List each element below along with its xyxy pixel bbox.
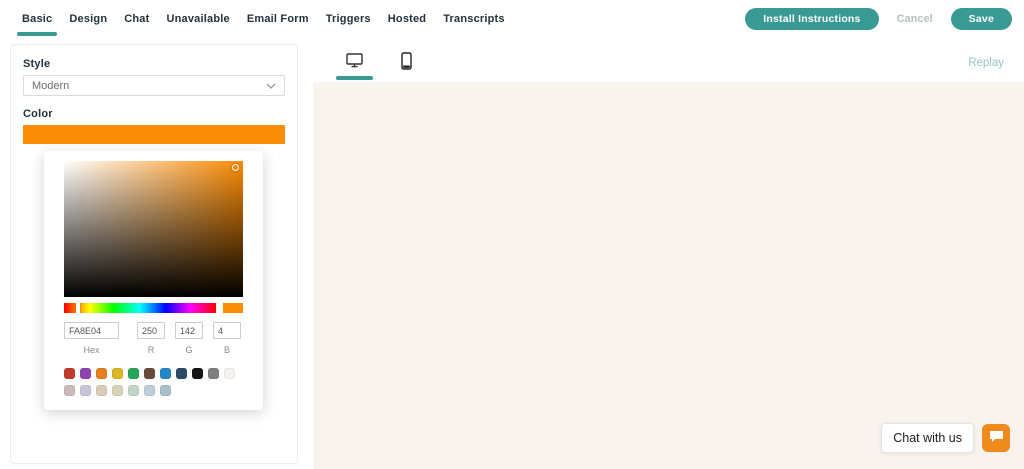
blue-input[interactable] xyxy=(213,322,241,339)
tab-hosted-label: Hosted xyxy=(388,13,426,25)
tab-email-form[interactable]: Email Form xyxy=(247,0,309,38)
tab-unavailable[interactable]: Unavailable xyxy=(166,0,229,38)
current-color-preview xyxy=(223,303,243,313)
tab-unavailable-label: Unavailable xyxy=(166,13,229,25)
green-input-label: G xyxy=(185,345,192,355)
saturation-marker[interactable] xyxy=(232,164,239,171)
desktop-icon xyxy=(346,53,363,73)
tab-design[interactable]: Design xyxy=(69,0,107,38)
hue-row xyxy=(64,303,243,313)
chevron-down-icon xyxy=(266,80,276,92)
settings-panel: Style Modern Color xyxy=(10,44,298,464)
color-swatch[interactable] xyxy=(144,368,155,379)
device-tab-desktop[interactable] xyxy=(336,44,373,82)
color-swatch[interactable] xyxy=(160,368,171,379)
color-swatch[interactable] xyxy=(128,385,139,396)
tab-chat-label: Chat xyxy=(124,13,149,25)
color-swatch[interactable] xyxy=(128,368,139,379)
tab-triggers-label: Triggers xyxy=(326,13,371,25)
color-swatch[interactable] xyxy=(144,385,155,396)
selected-color-bar[interactable] xyxy=(23,125,285,144)
tab-transcripts-label: Transcripts xyxy=(443,13,505,25)
replay-link[interactable]: Replay xyxy=(968,57,1004,69)
tab-hosted[interactable]: Hosted xyxy=(388,0,426,38)
color-swatch[interactable] xyxy=(96,385,107,396)
color-picker: Hex R G B xyxy=(44,151,263,410)
red-input-label: R xyxy=(148,345,155,355)
red-input[interactable] xyxy=(137,322,165,339)
color-swatch[interactable] xyxy=(80,368,91,379)
swatch-row-1 xyxy=(64,368,243,379)
tab-basic[interactable]: Basic xyxy=(22,0,52,38)
green-input[interactable] xyxy=(175,322,203,339)
style-select-value: Modern xyxy=(32,80,69,92)
chat-launcher-preview: Chat with us xyxy=(881,423,1010,453)
chat-bubble-icon xyxy=(989,430,1004,446)
widget-preview-panel: Replay Chat with us xyxy=(313,44,1024,469)
main-content: Style Modern Color xyxy=(0,38,1024,469)
tab-chat[interactable]: Chat xyxy=(124,0,149,38)
color-swatch[interactable] xyxy=(192,368,203,379)
top-navigation-bar: Basic Design Chat Unavailable Email Form… xyxy=(0,0,1024,38)
install-instructions-button[interactable]: Install Instructions xyxy=(745,8,878,30)
cancel-button[interactable]: Cancel xyxy=(897,13,933,25)
preview-header: Replay xyxy=(313,44,1024,82)
color-swatch[interactable] xyxy=(64,385,75,396)
tab-email-form-label: Email Form xyxy=(247,13,309,25)
preview-canvas: Chat with us xyxy=(313,82,1024,469)
hue-slider-handle[interactable] xyxy=(76,302,80,314)
tab-transcripts[interactable]: Transcripts xyxy=(443,0,505,38)
saturation-area[interactable] xyxy=(64,161,243,297)
style-select[interactable]: Modern xyxy=(23,75,285,96)
settings-tabs: Basic Design Chat Unavailable Email Form… xyxy=(22,0,505,38)
color-swatch[interactable] xyxy=(112,385,123,396)
color-swatch[interactable] xyxy=(112,368,123,379)
save-button[interactable]: Save xyxy=(951,8,1012,30)
tab-triggers[interactable]: Triggers xyxy=(326,0,371,38)
hue-slider[interactable] xyxy=(64,303,216,313)
swatch-row-2 xyxy=(64,385,243,396)
hex-input-label: Hex xyxy=(83,345,99,355)
style-label: Style xyxy=(23,58,285,70)
chat-widget-settings-app: Basic Design Chat Unavailable Email Form… xyxy=(0,0,1024,469)
hex-input[interactable] xyxy=(64,322,119,339)
color-swatch[interactable] xyxy=(80,385,91,396)
color-swatch[interactable] xyxy=(208,368,219,379)
topbar-actions: Install Instructions Cancel Save xyxy=(745,0,1012,38)
preset-swatches xyxy=(64,368,243,396)
mobile-icon xyxy=(401,52,412,75)
tab-design-label: Design xyxy=(69,13,107,25)
color-swatch[interactable] xyxy=(176,368,187,379)
color-swatch[interactable] xyxy=(64,368,75,379)
chat-invite-bubble[interactable]: Chat with us xyxy=(881,423,974,453)
color-value-inputs: Hex R G B xyxy=(64,322,243,355)
device-tab-mobile[interactable] xyxy=(391,44,422,82)
color-swatch[interactable] xyxy=(160,385,171,396)
tab-basic-label: Basic xyxy=(22,13,52,25)
color-label: Color xyxy=(23,108,285,120)
blue-input-label: B xyxy=(224,345,230,355)
chat-launcher-button[interactable] xyxy=(982,424,1010,452)
color-swatch[interactable] xyxy=(224,368,235,379)
color-swatch[interactable] xyxy=(96,368,107,379)
